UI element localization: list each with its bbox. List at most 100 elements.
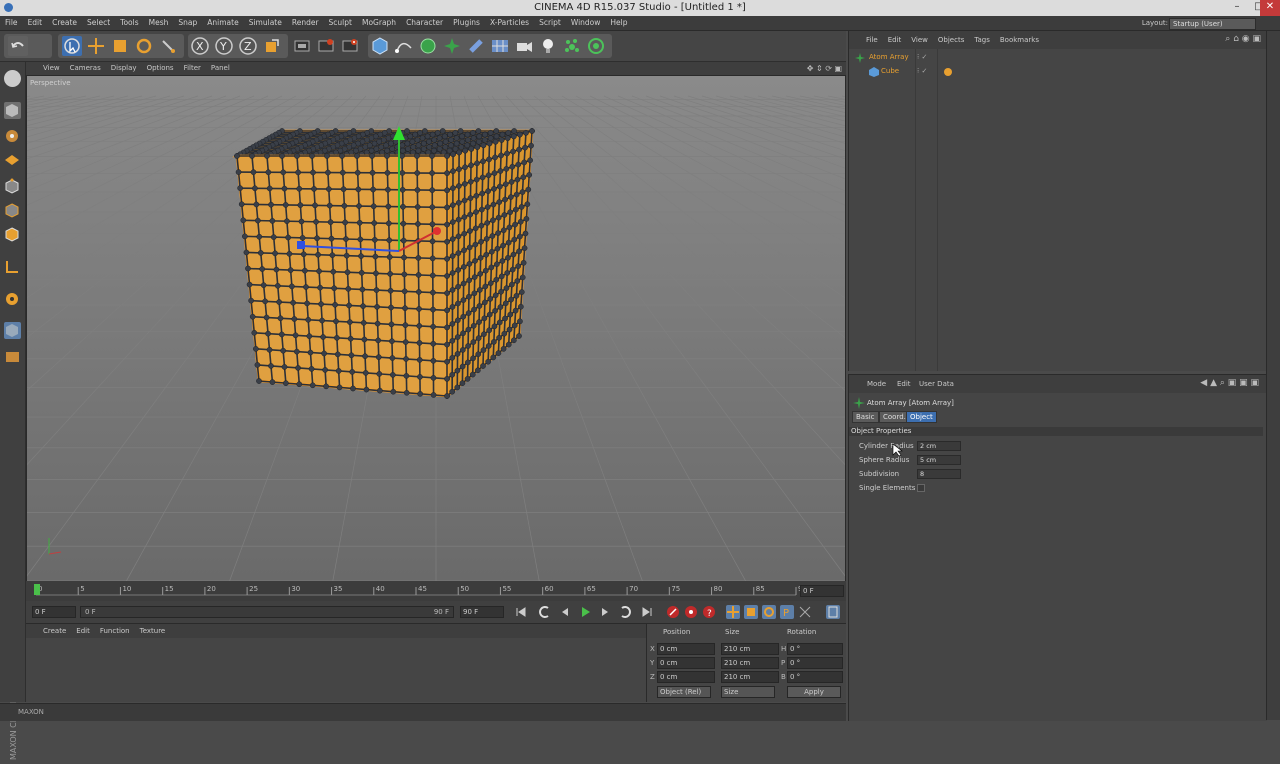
- position-z-field[interactable]: 0 cm: [657, 671, 715, 683]
- autokeying-icon[interactable]: [684, 605, 698, 619]
- menu-sculpt[interactable]: Sculpt: [324, 16, 357, 30]
- attr-navigation-icons[interactable]: ◀ ▲ ⌕ ▣ ▣ ▣: [1200, 378, 1259, 388]
- material-menu-function[interactable]: Function: [95, 624, 135, 638]
- deformer-icon[interactable]: [466, 36, 486, 56]
- array-generator-icon[interactable]: [442, 36, 462, 56]
- key-rotation-icon[interactable]: [762, 605, 776, 619]
- preview-range-slider[interactable]: 0 F 90 F: [80, 606, 454, 618]
- rotation-h-field[interactable]: 0 °: [787, 643, 843, 655]
- position-x-field[interactable]: 0 cm: [657, 643, 715, 655]
- preview-start-field[interactable]: 0 F: [32, 606, 76, 618]
- object-menu-file[interactable]: File: [861, 31, 883, 49]
- size-y-field[interactable]: 210 cm: [721, 657, 779, 669]
- object-menu-bookmarks[interactable]: Bookmarks: [995, 31, 1044, 49]
- coordinate-mode-select[interactable]: Object (Rel): [657, 686, 711, 698]
- go-to-start-icon[interactable]: [514, 605, 528, 619]
- workplane-mode-icon[interactable]: [4, 152, 21, 169]
- menu-window[interactable]: Window: [566, 16, 606, 30]
- xparticles-system-icon[interactable]: [586, 36, 606, 56]
- single-elements-checkbox[interactable]: [917, 484, 925, 492]
- subdivision-surface-icon[interactable]: [418, 36, 438, 56]
- texture-mode-icon[interactable]: [4, 128, 21, 145]
- tab-object[interactable]: Object: [906, 411, 937, 423]
- menu-simulate[interactable]: Simulate: [244, 16, 287, 30]
- y-axis-lock-icon[interactable]: Y: [214, 36, 234, 56]
- keyframe-selection-icon[interactable]: ?: [702, 605, 716, 619]
- record-active-objects-icon[interactable]: [666, 605, 680, 619]
- apply-button[interactable]: Apply: [787, 686, 841, 698]
- object-row-atom-array[interactable]: Atom Array ⁝ ✓: [851, 53, 1261, 63]
- tab-basic[interactable]: Basic: [852, 411, 879, 423]
- rotation-p-field[interactable]: 0 °: [787, 657, 843, 669]
- size-z-field[interactable]: 210 cm: [721, 671, 779, 683]
- axis-mode-icon[interactable]: [4, 258, 21, 275]
- play-icon[interactable]: [578, 605, 592, 619]
- menu-mesh[interactable]: Mesh: [144, 16, 174, 30]
- layout-select[interactable]: Startup (User): [1169, 18, 1256, 30]
- preview-end-field[interactable]: 90 F: [460, 606, 504, 618]
- viewport-menu-display[interactable]: Display: [106, 62, 142, 75]
- menu-animate[interactable]: Animate: [202, 16, 243, 30]
- object-menu-view[interactable]: View: [906, 31, 933, 49]
- size-mode-select[interactable]: Size: [721, 686, 775, 698]
- viewport-menu-view[interactable]: View: [38, 62, 65, 75]
- current-frame-field[interactable]: 0 F: [800, 585, 844, 597]
- atom-array-cube[interactable]: [232, 128, 535, 399]
- phong-tag-icon[interactable]: [943, 67, 953, 77]
- go-to-end-icon[interactable]: [640, 605, 654, 619]
- render-view-icon[interactable]: [292, 36, 312, 56]
- scheme-settings-icon[interactable]: [826, 605, 840, 619]
- pen-spline-icon[interactable]: [394, 36, 414, 56]
- cylinder-radius-field[interactable]: 2 cm: [917, 441, 961, 451]
- sphere-radius-field[interactable]: 5 cm: [917, 455, 961, 465]
- atom-array-visibility-icon[interactable]: ⁝ ✓: [917, 53, 927, 61]
- material-menu-texture[interactable]: Texture: [135, 624, 171, 638]
- move-icon[interactable]: [86, 36, 106, 56]
- previous-keyframe-icon[interactable]: [538, 605, 552, 619]
- key-scale-icon[interactable]: [744, 605, 758, 619]
- model-mode-icon[interactable]: [4, 102, 21, 119]
- render-picture-viewer-icon[interactable]: [316, 36, 336, 56]
- menu-character[interactable]: Character: [401, 16, 448, 30]
- x-axis-lock-icon[interactable]: X: [190, 36, 210, 56]
- floor-environment-icon[interactable]: [490, 36, 510, 56]
- menu-script[interactable]: Script: [534, 16, 566, 30]
- menu-mograph[interactable]: MoGraph: [357, 16, 401, 30]
- minimize-button[interactable]: –: [1226, 0, 1248, 16]
- key-position-icon[interactable]: [726, 605, 740, 619]
- right-panel-tabs[interactable]: [1266, 31, 1280, 720]
- previous-frame-icon[interactable]: [558, 605, 572, 619]
- object-menu-objects[interactable]: Objects: [933, 31, 969, 49]
- menu-file[interactable]: File: [0, 16, 23, 30]
- menu-snap[interactable]: Snap: [173, 16, 202, 30]
- object-row-cube[interactable]: Cube ⁝ ✓: [851, 67, 1261, 77]
- rotation-b-field[interactable]: 0 °: [787, 671, 843, 683]
- coordinate-system-icon[interactable]: [262, 36, 282, 56]
- timeline-playhead[interactable]: [34, 584, 40, 595]
- tweak-mode-icon[interactable]: [4, 290, 21, 307]
- attr-menu-user-data[interactable]: User Data: [919, 380, 954, 388]
- live-selection-icon[interactable]: [62, 36, 82, 56]
- perspective-viewport[interactable]: Perspective: [26, 75, 846, 582]
- viewport-menu-cameras[interactable]: Cameras: [65, 62, 106, 75]
- object-menu-edit[interactable]: Edit: [883, 31, 907, 49]
- position-y-field[interactable]: 0 cm: [657, 657, 715, 669]
- object-manager-search-icon[interactable]: ⌕ ⌂ ◉ ▣: [1225, 34, 1261, 44]
- object-menu-tags[interactable]: Tags: [969, 31, 995, 49]
- xparticles-emitter-icon[interactable]: [562, 36, 582, 56]
- undo-icon[interactable]: [8, 36, 28, 56]
- viewport-menu-options[interactable]: Options: [142, 62, 179, 75]
- menu-edit[interactable]: Edit: [23, 16, 48, 30]
- menu-create[interactable]: Create: [47, 16, 82, 30]
- points-mode-icon[interactable]: [4, 178, 21, 195]
- timeline-ruler[interactable]: 051015202530354045505560657075808590 0 F: [26, 581, 846, 601]
- attr-menu-edit[interactable]: Edit: [897, 380, 911, 388]
- size-x-field[interactable]: 210 cm: [721, 643, 779, 655]
- scale-icon[interactable]: [110, 36, 130, 56]
- subdivision-field[interactable]: 8: [917, 469, 961, 479]
- viewport-menu-panel[interactable]: Panel: [206, 62, 235, 75]
- cube-primitive-icon[interactable]: [370, 36, 390, 56]
- menu-plugins[interactable]: Plugins: [448, 16, 485, 30]
- close-button[interactable]: ✕: [1260, 0, 1280, 16]
- menu-select[interactable]: Select: [82, 16, 115, 30]
